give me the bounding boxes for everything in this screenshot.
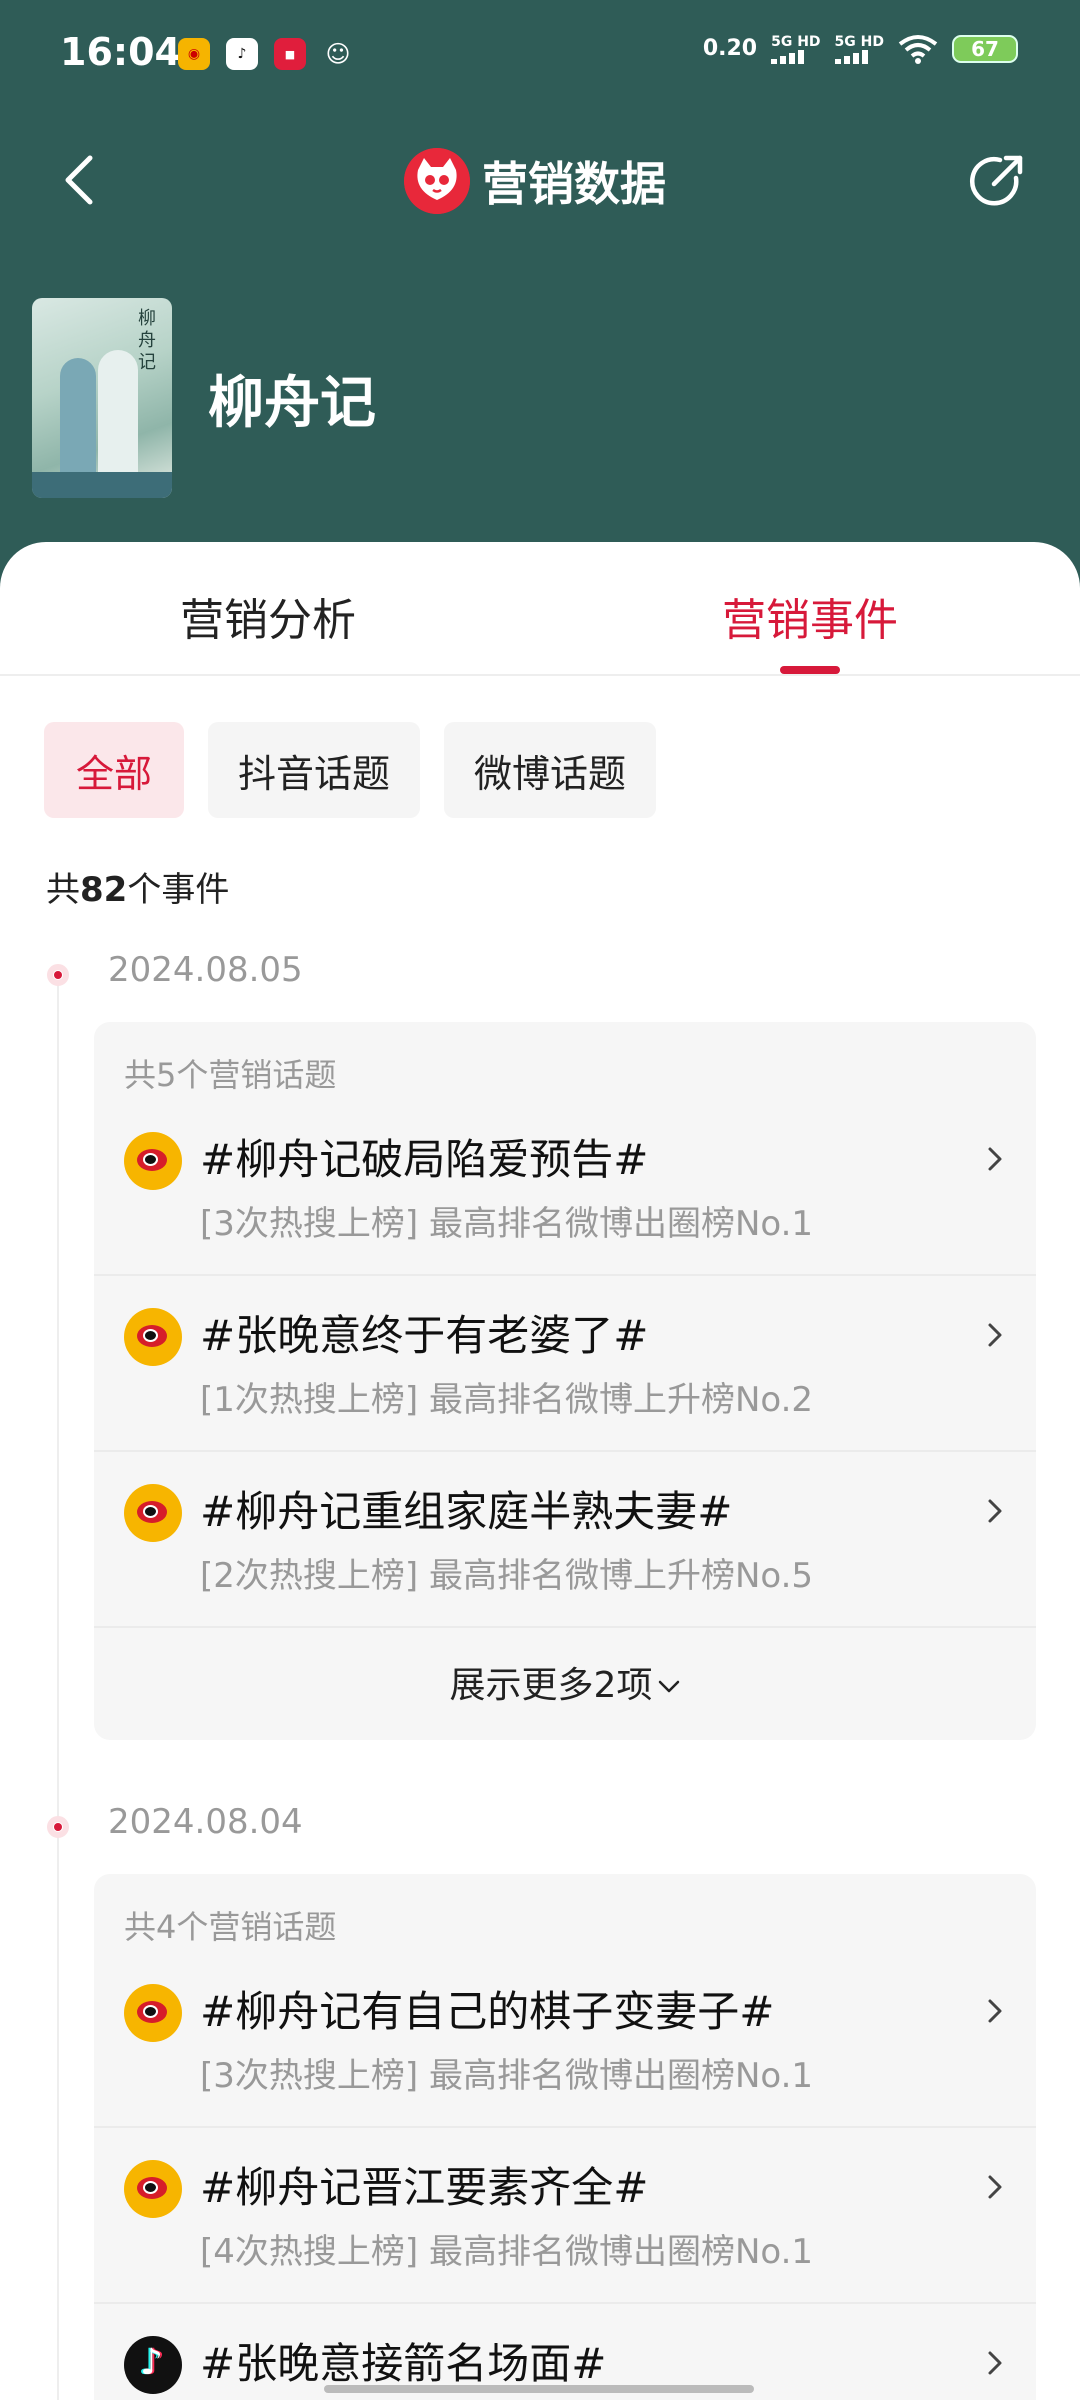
group-topic-count: 共5个营销话题 (124, 1056, 337, 1094)
filter-chips: 全部 抖音话题 微博话题 (44, 722, 657, 818)
drama-info: 柳舟记 柳舟记 (32, 298, 376, 498)
topic-title: #柳舟记重组家庭半熟夫妻# (200, 1487, 733, 1536)
wifi-icon (898, 35, 938, 64)
topic-meta: [3次热搜上榜] 最高排名微博出圈榜No.1 (200, 1204, 814, 1244)
chevron-down-icon (659, 1680, 680, 1693)
total-events: 共82个事件 (46, 862, 229, 911)
timeline-line (57, 972, 59, 2400)
filter-all[interactable]: 全部 (44, 722, 184, 818)
weibo-icon (124, 1984, 182, 2042)
status-bar: 16:04 ◉ ♪ ■ ☺ 0.20 5G HD 5G HD 67 (0, 0, 1080, 110)
total-prefix: 共 (46, 870, 80, 910)
topic-title: #柳舟记晋江要素齐全# (200, 2163, 649, 2212)
chevron-right-icon (988, 2175, 1002, 2199)
cat-app-icon: ☺ (325, 40, 351, 68)
content-panel: 营销分析 营销事件 全部 抖音话题 微博话题 共82个事件 2024.08.05… (0, 542, 1080, 2400)
topic-title: #张晚意接箭名场面# (200, 2339, 607, 2388)
filter-douyin-topics[interactable]: 抖音话题 (208, 722, 421, 818)
chevron-right-icon (988, 1499, 1002, 1523)
topic-meta: [1次热搜上榜] 最高排名微博上升榜No.2 (200, 1380, 814, 1420)
header: 16:04 ◉ ♪ ■ ☺ 0.20 5G HD 5G HD 67 营销数据 柳… (0, 0, 1080, 560)
total-count: 82 (80, 870, 128, 910)
total-suffix: 个事件 (127, 870, 230, 910)
share-icon[interactable] (964, 148, 1030, 214)
signal-sim2: 5G HD (834, 34, 884, 64)
page-title: 营销数据 (482, 157, 666, 211)
topic-item[interactable]: #柳舟记晋江要素齐全# [4次热搜上榜] 最高排名微博出圈榜No.1 (94, 2128, 1036, 2304)
signal-sim1: 5G HD (771, 34, 821, 64)
douyin-icon (124, 2336, 182, 2394)
navigation-bar: 营销数据 (0, 130, 1080, 230)
sim2-label: 5G HD (834, 34, 884, 50)
filter-weibo-topics[interactable]: 微博话题 (444, 722, 657, 818)
network-speed: 0.20 (702, 36, 758, 61)
event-date: 2024.08.05 (108, 950, 303, 990)
topic-item[interactable]: #柳舟记重组家庭半熟夫妻# [2次热搜上榜] 最高排名微博上升榜No.5 (94, 1452, 1036, 1628)
chevron-right-icon (988, 1147, 1002, 1171)
chevron-left-icon[interactable] (52, 150, 112, 210)
topic-meta: [2次热搜上榜] 最高排名微博上升榜No.5 (200, 1556, 814, 1596)
topic-title: #柳舟记有自己的棋子变妻子# (200, 1987, 775, 2036)
group-topic-count: 共4个营销话题 (124, 1908, 337, 1946)
home-indicator[interactable] (324, 2385, 754, 2393)
drama-poster[interactable]: 柳舟记 (32, 298, 172, 498)
active-tab-indicator (780, 666, 840, 674)
timeline-dot (47, 964, 69, 986)
topic-meta: [3次热搜上榜] 最高排名微博出圈榜No.1 (200, 2056, 814, 2096)
event-date: 2024.08.04 (108, 1802, 303, 1842)
weibo-icon (124, 2160, 182, 2218)
topic-title: #张晚意终于有老婆了# (200, 1311, 649, 1360)
drama-title: 柳舟记 (208, 370, 376, 436)
status-right: 0.20 5G HD 5G HD 67 (703, 34, 1018, 64)
battery-indicator: 67 (952, 35, 1018, 63)
topic-item[interactable]: #张晚意终于有老婆了# [1次热搜上榜] 最高排名微博上升榜No.2 (94, 1276, 1036, 1452)
topic-item[interactable]: #柳舟记有自己的棋子变妻子# [3次热搜上榜] 最高排名微博出圈榜No.1 (94, 1952, 1036, 2128)
show-more-label: 展示更多2项 (449, 1665, 653, 1706)
event-group: 共4个营销话题 #柳舟记有自己的棋子变妻子# [3次热搜上榜] 最高排名微博出圈… (94, 1874, 1036, 2400)
show-more-button[interactable]: 展示更多2项 (94, 1656, 1036, 1708)
weibo-icon (124, 1132, 182, 1190)
chevron-right-icon (988, 1323, 1002, 1347)
tab-marketing-analysis[interactable]: 营销分析 (180, 584, 356, 648)
topic-title: #柳舟记破局陷爱预告# (200, 1135, 649, 1184)
tab-marketing-events[interactable]: 营销事件 (722, 584, 898, 648)
event-group: 共5个营销话题 #柳舟记破局陷爱预告# [3次热搜上榜] 最高排名微博出圈榜No… (94, 1022, 1036, 1740)
timeline-dot (47, 1816, 69, 1838)
cat-logo-icon (404, 148, 470, 214)
weibo-icon (124, 1484, 182, 1542)
sim1-label: 5G HD (771, 34, 821, 50)
weibo-icon: ◉ (178, 38, 210, 70)
status-time: 16:04 (60, 30, 181, 74)
topic-meta: [4次热搜上榜] 最高排名微博出圈榜No.1 (200, 2232, 814, 2272)
nav-title-group: 营销数据 (404, 148, 666, 214)
chevron-right-icon (988, 2351, 1002, 2375)
red-app-icon: ■ (274, 38, 306, 70)
tab-bar: 营销分析 营销事件 (0, 542, 1080, 676)
chevron-right-icon (988, 1999, 1002, 2023)
topic-item[interactable]: #柳舟记破局陷爱预告# [3次热搜上榜] 最高排名微博出圈榜No.1 (94, 1100, 1036, 1276)
weibo-icon (124, 1308, 182, 1366)
tiktok-icon: ♪ (226, 38, 258, 70)
notification-icons: ◉ ♪ ■ ☺ (178, 38, 354, 70)
poster-title: 柳舟记 (138, 308, 156, 373)
